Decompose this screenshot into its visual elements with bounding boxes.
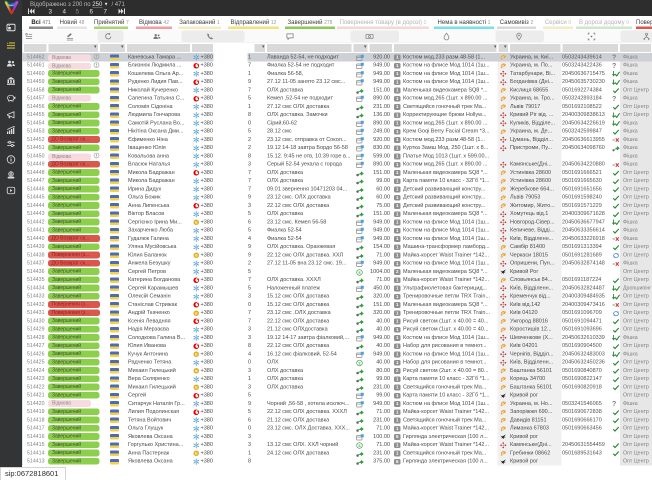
svg-text:lc: lc xyxy=(195,369,198,373)
svg-text:lc: lc xyxy=(195,254,198,258)
svg-text:lc: lc xyxy=(195,311,198,315)
svg-text:lc: lc xyxy=(195,386,198,390)
svg-text:lc: lc xyxy=(195,452,198,456)
svg-text:lc: lc xyxy=(195,221,198,225)
svg-text:lc: lc xyxy=(195,353,198,357)
